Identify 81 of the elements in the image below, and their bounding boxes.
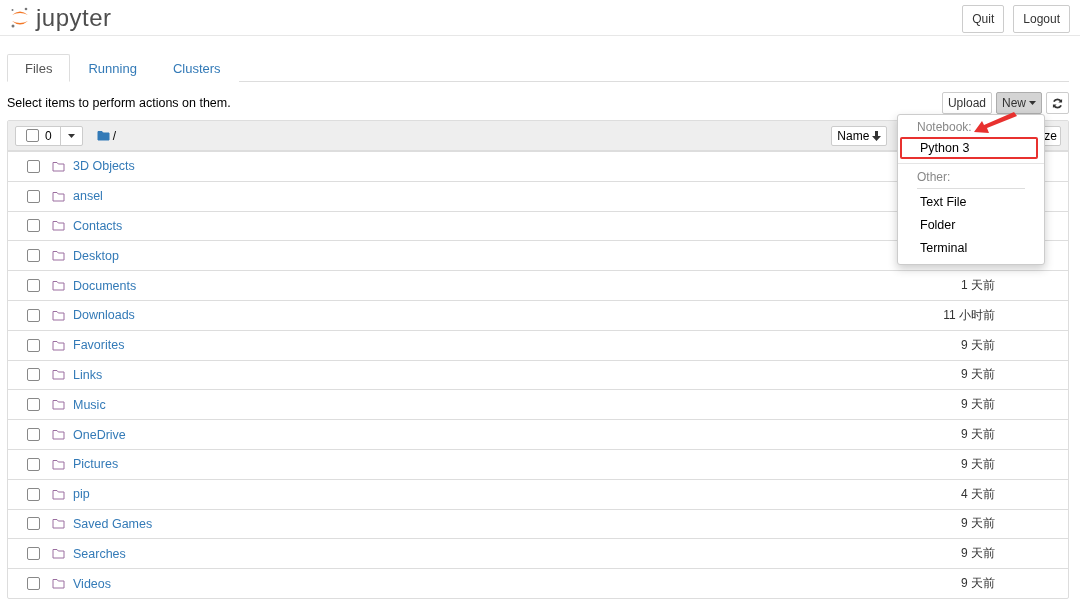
folder-link[interactable]: Videos xyxy=(73,576,111,591)
checkbox[interactable] xyxy=(27,189,40,203)
modified-time: 11 小时前 xyxy=(943,306,995,324)
hint-text: Select items to perform actions on them. xyxy=(7,96,231,110)
checkbox[interactable] xyxy=(27,219,40,233)
modified-time: 9 天前 xyxy=(961,366,995,384)
caret-icon xyxy=(1029,101,1036,105)
folder-link[interactable]: Desktop xyxy=(73,248,119,263)
modified-time: 4 天前 xyxy=(961,485,995,503)
caret-icon xyxy=(67,133,75,138)
checkbox[interactable] xyxy=(27,398,40,412)
folder-link[interactable]: Saved Games xyxy=(73,516,153,531)
folder-link[interactable]: 3D Objects xyxy=(73,159,135,174)
modified-time: 9 天前 xyxy=(961,455,995,473)
folder-link[interactable]: Contacts xyxy=(73,219,123,233)
checkbox[interactable] xyxy=(27,308,40,322)
upload-button[interactable]: Upload xyxy=(941,92,992,114)
path-link[interactable]: / xyxy=(112,128,117,143)
folder-link[interactable]: Searches xyxy=(73,546,126,561)
folder-icon xyxy=(52,250,65,262)
checkbox[interactable] xyxy=(27,577,40,591)
logo-icon xyxy=(10,6,30,29)
checkbox[interactable] xyxy=(27,428,40,442)
folder-icon xyxy=(52,309,65,321)
checkbox[interactable] xyxy=(27,279,40,293)
modified-time: 9 天前 xyxy=(961,545,995,563)
refresh-button[interactable] xyxy=(1046,92,1069,114)
folder-icon xyxy=(52,578,65,590)
folder-link[interactable]: Pictures xyxy=(73,457,119,472)
folder-icon xyxy=(52,160,65,172)
folder-icon xyxy=(52,339,65,351)
modified-time: 9 天前 xyxy=(961,575,995,593)
folder-icon xyxy=(52,548,65,560)
folder-link[interactable]: Music xyxy=(73,397,106,412)
folder-link[interactable]: Links xyxy=(73,367,103,382)
folder-link[interactable]: Downloads xyxy=(73,308,135,323)
menu-heading: Other: xyxy=(916,169,952,186)
menu-item[interactable]: Folder xyxy=(900,214,1038,236)
checkbox[interactable] xyxy=(27,487,40,501)
modified-time: 9 天前 xyxy=(961,396,995,414)
folder-icon xyxy=(52,190,65,202)
menu-heading: Notebook: xyxy=(916,119,973,136)
logout-button[interactable]: Logout xyxy=(1013,4,1070,33)
checkbox[interactable] xyxy=(27,159,40,173)
quit-button[interactable]: Quit xyxy=(962,4,1005,33)
folder-link[interactable]: ansel xyxy=(73,189,103,204)
modified-time: 9 天前 xyxy=(961,426,995,444)
menu-item[interactable]: Text File xyxy=(900,191,1038,213)
folder-link[interactable]: OneDrive xyxy=(73,427,126,442)
checkbox[interactable] xyxy=(27,338,40,352)
folder-link[interactable]: Favorites xyxy=(73,338,125,353)
tab[interactable]: Files xyxy=(7,54,71,82)
folder-icon xyxy=(52,458,65,470)
folder-icon xyxy=(52,220,65,232)
folder-icon xyxy=(52,399,65,411)
selected-count: 0 xyxy=(45,128,52,143)
checkbox[interactable] xyxy=(27,457,40,471)
arrow-down-icon xyxy=(872,130,882,141)
menu-item[interactable]: Python 3 xyxy=(900,137,1038,159)
checkbox[interactable] xyxy=(27,517,40,531)
folder-icon xyxy=(52,369,65,381)
new-button[interactable]: New xyxy=(996,92,1042,114)
logo-text: jupyter xyxy=(36,3,112,32)
select-all-control[interactable]: 0 xyxy=(15,125,83,146)
refresh-icon xyxy=(1052,97,1063,109)
checkbox[interactable] xyxy=(26,129,39,142)
folder-link[interactable]: Documents xyxy=(73,278,137,293)
checkbox[interactable] xyxy=(27,368,40,382)
folder-icon xyxy=(96,130,110,141)
modified-time: 9 天前 xyxy=(961,515,995,533)
modified-time: 9 天前 xyxy=(961,336,995,354)
sort-name-button[interactable]: Name xyxy=(831,125,888,146)
folder-icon xyxy=(52,429,65,441)
menu-item[interactable]: Terminal xyxy=(900,237,1038,259)
folder-icon xyxy=(52,280,65,292)
checkbox[interactable] xyxy=(27,547,40,561)
folder-icon xyxy=(52,518,65,530)
folder-link[interactable]: pip xyxy=(73,487,90,502)
modified-time: 1 天前 xyxy=(961,277,995,295)
folder-icon xyxy=(52,488,65,500)
checkbox[interactable] xyxy=(27,249,40,263)
